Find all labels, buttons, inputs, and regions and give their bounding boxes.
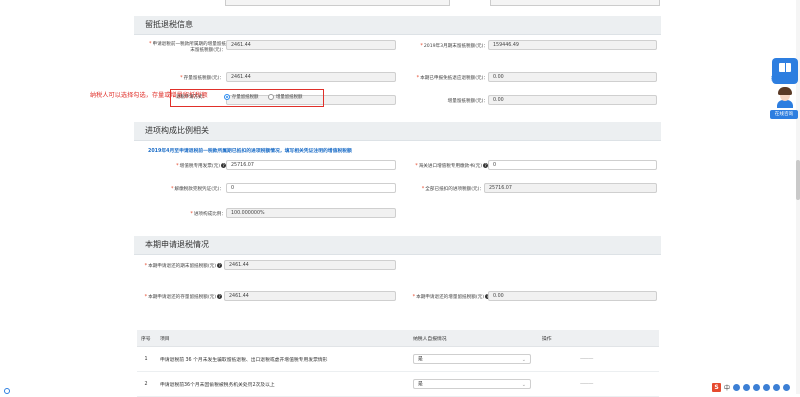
field-label-incremental: 增量留抵税额(元)： — [447, 99, 488, 104]
radio-stock-label: 存量留抵税额 — [232, 95, 259, 100]
table-header-row: 序号 项目 纳税人自报情况 操作 — [137, 330, 659, 347]
field-label-customs: *海关进口增值税专用缴款书(元)? — [415, 163, 488, 169]
op-placeholder: ——— — [580, 381, 593, 387]
chevron-down-icon: ⌄ — [521, 357, 526, 363]
field-label-mar-retention: *2019年3月期末留抵税额(元)： — [420, 43, 488, 49]
customs-field[interactable]: 0 — [488, 160, 657, 170]
field-label-apply-end: *本期申请退还的期末留抵税额(元)? — [144, 263, 222, 269]
radio-incremental-label: 增量留抵税额 — [276, 95, 303, 100]
row-op: ——— — [538, 371, 659, 397]
section-header-proportion: 进项构成比例相关 — [134, 122, 661, 141]
answer-select[interactable]: 是 ⌄ — [413, 379, 531, 389]
loading-icon — [4, 388, 10, 394]
table-row: 1 申请退税前 36 个月未发生骗取留抵退税、出口退税或虚开增值税专用发票情形 … — [137, 346, 659, 372]
field-label-apply-incremental: *本期申请退还的增量留抵税额(元)? — [402, 294, 490, 300]
col-header-no: 序号 — [137, 330, 156, 347]
section-title: 留抵退税信息 — [145, 20, 193, 29]
prev-retention-field[interactable]: 2461.44 — [226, 40, 396, 50]
book-icon — [779, 63, 791, 72]
field-label-refund-declared: *本期已申报免抵退应退税额(元)： — [416, 75, 488, 81]
keyboard-icon[interactable] — [763, 383, 771, 391]
mic-icon[interactable] — [753, 383, 761, 391]
row-no: 1 — [137, 346, 156, 372]
page: 留抵退税信息 *申请退税前一税款所属期的增量留抵 末留抵税额(元)： 2461.… — [0, 0, 800, 397]
col-header-item: 项目 — [156, 330, 409, 347]
row-op: ——— — [538, 346, 659, 372]
stock-retention-field[interactable]: 2461.44 — [226, 72, 396, 82]
incremental-field[interactable]: 0.00 — [488, 95, 657, 105]
conditions-table: 序号 项目 纳税人自报情况 操作 1 申请退税前 36 个月未发生骗取留抵退税、… — [137, 330, 659, 397]
emoji-icon[interactable] — [743, 383, 751, 391]
row-answer-cell: 是 ⌄ — [409, 371, 538, 397]
apply-end-field[interactable]: 2461.44 — [224, 260, 396, 270]
online-consult-button[interactable]: 在线咨询 — [770, 110, 798, 119]
chevron-down-icon: ⌄ — [521, 382, 526, 388]
tax-receipt-field[interactable]: 0 — [226, 183, 396, 193]
agent-hair — [778, 87, 792, 95]
ratio-field[interactable]: 100.000000% — [226, 208, 396, 218]
table-row: 2 申请退税前36个月未因偷税被税务机关处罚2次及以上 是 ⌄ ——— — [137, 371, 659, 397]
field-label-prev-retention: *申请退税前一税款所属期的增量留抵 末留抵税额(元)： — [148, 41, 226, 53]
radio-incremental[interactable] — [268, 94, 274, 100]
top-input-fragment-2 — [490, 0, 660, 6]
agent-avatar[interactable] — [774, 86, 796, 108]
radio-stock[interactable] — [224, 94, 230, 100]
field-label-apply-stock: *本期申请退还的存量留抵税额(元)? — [144, 294, 222, 300]
vat-invoice-field[interactable]: 25716.07 — [226, 160, 396, 170]
row-no: 2 — [137, 371, 156, 397]
op-placeholder: ——— — [580, 356, 593, 362]
apply-stock-field[interactable]: 2461.44 — [224, 291, 396, 301]
section-header-retention: 留抵退税信息 — [134, 16, 661, 35]
field-label-stock-retention: *存量留抵税额(元)： — [180, 75, 224, 81]
agent-body — [777, 100, 793, 108]
col-header-op: 操作 — [538, 330, 659, 347]
row-item: 申请退税前 36 个月未发生骗取留抵退税、出口退税或虚开增值税专用发票情形 — [156, 346, 409, 372]
section-header-application: 本期申请退税情况 — [134, 236, 661, 255]
answer-select[interactable]: 是 ⌄ — [413, 354, 531, 364]
help-icon[interactable]: ? — [217, 263, 222, 268]
ime-lang[interactable]: 中 — [724, 383, 730, 392]
skin-icon[interactable] — [773, 383, 781, 391]
punctuation-icon[interactable] — [733, 383, 741, 391]
ime-logo-icon[interactable]: S — [712, 382, 721, 392]
field-label-all-deducted: *全部已抵扣的进项税额(元)： — [421, 186, 484, 192]
refund-declared-field[interactable]: 0.00 — [488, 72, 657, 82]
row-answer-cell: 是 ⌄ — [409, 346, 538, 372]
row-item: 申请退税前36个月未因偷税被税务机关处罚2次及以上 — [156, 371, 409, 397]
mar-retention-field[interactable]: 159446.49 — [488, 40, 657, 50]
field-label-vat-invoice: *增值税专用发票(元)? — [176, 163, 226, 169]
help-icon[interactable]: ? — [217, 294, 222, 299]
apply-incremental-field[interactable]: 0.00 — [488, 291, 657, 301]
all-deducted-field[interactable]: 25716.07 — [484, 183, 657, 193]
field-label-ratio: *进项构成比例： — [190, 211, 226, 217]
help-guide-label: 操作指引 — [771, 77, 790, 82]
scrollbar-thumb[interactable] — [796, 160, 800, 200]
grid-icon[interactable] — [783, 383, 791, 391]
answer-select-value: 是 — [418, 382, 423, 387]
refund-mode-label: 退税申请方式： — [176, 95, 207, 100]
col-header-answer: 纳税人自报情况 — [409, 330, 538, 347]
field-label-tax-receipt: *解缴税款完税凭证(元)： — [170, 186, 224, 192]
section-title: 进项构成比例相关 — [145, 126, 209, 135]
ime-toolbar: S 中 — [712, 382, 791, 392]
proportion-note: 2019年4月至申请退税前一税款所属期已抵扣的进项税额情况，填写相关凭证注明的增… — [148, 149, 352, 154]
top-input-fragment — [225, 0, 450, 6]
answer-select-value: 是 — [418, 357, 423, 362]
section-title: 本期申请退税情况 — [145, 240, 209, 249]
